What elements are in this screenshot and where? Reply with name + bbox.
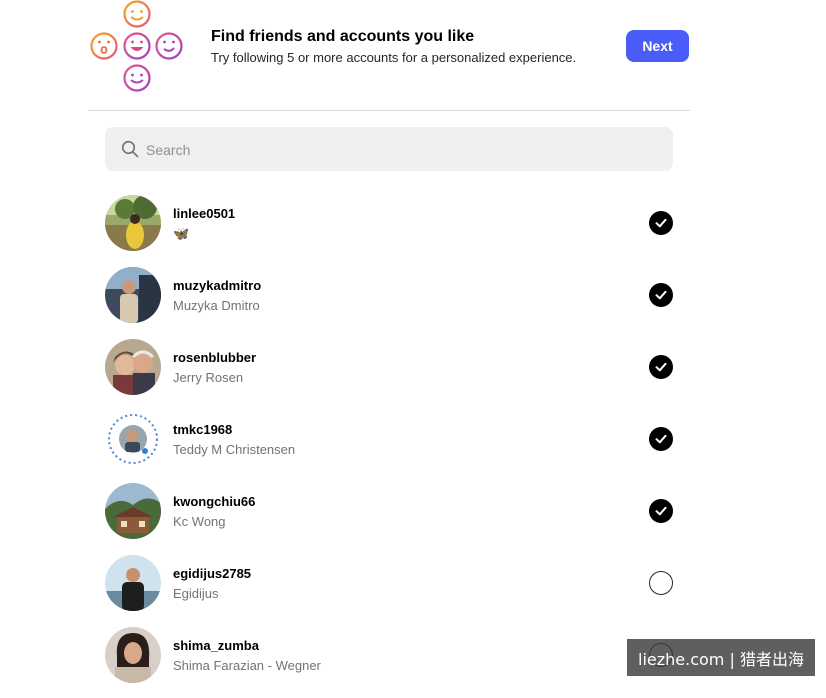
account-username: shima_zumba	[173, 638, 259, 653]
avatar	[105, 411, 161, 467]
avatar	[105, 339, 161, 395]
account-username: kwongchiu66	[173, 494, 256, 509]
account-list: linlee0501 🦋 muzykadmitro Muzyka Dmitro	[105, 194, 675, 698]
account-fullname: Muzyka Dmitro	[173, 298, 260, 313]
account-username: rosenblubber	[173, 350, 257, 365]
account-row[interactable]: muzykadmitro Muzyka Dmitro	[105, 266, 675, 338]
account-row[interactable]: linlee0501 🦋	[105, 194, 675, 266]
selected-check-icon[interactable]	[649, 427, 673, 451]
account-fullname: Jerry Rosen	[173, 370, 244, 385]
selected-check-icon[interactable]	[649, 355, 673, 379]
selected-check-icon[interactable]	[649, 283, 673, 307]
avatar	[105, 195, 161, 251]
account-row[interactable]: kwongchiu66 Kc Wong	[105, 482, 675, 554]
account-row[interactable]: egidijus2785 Egidijus	[105, 554, 675, 626]
account-fullname: Shima Farazian - Wegner	[173, 658, 321, 673]
selected-check-icon[interactable]	[649, 499, 673, 523]
avatar	[105, 627, 161, 683]
page-title: Find friends and accounts you like	[211, 28, 475, 45]
avatar	[105, 267, 161, 323]
account-username: egidijus2785	[173, 566, 252, 581]
selected-check-icon[interactable]	[649, 211, 673, 235]
watermark: liezhe.com | 猎者出海	[627, 639, 815, 676]
search-icon	[121, 140, 139, 158]
account-fullname: Egidijus	[173, 586, 219, 601]
account-row[interactable]: shima_zumba Shima Farazian - Wegner	[105, 626, 675, 698]
smiley-cluster-icon	[90, 0, 186, 94]
account-fullname: 🦋	[173, 226, 190, 241]
account-username: tmkc1968	[173, 422, 233, 437]
avatar	[105, 483, 161, 539]
next-button[interactable]: Next	[626, 30, 689, 62]
unselected-circle-icon[interactable]	[649, 571, 673, 595]
search-input[interactable]	[144, 127, 648, 173]
account-row[interactable]: tmkc1968 Teddy M Christensen	[105, 410, 675, 482]
account-fullname: Kc Wong	[173, 514, 226, 529]
account-row[interactable]: rosenblubber Jerry Rosen	[105, 338, 675, 410]
avatar	[105, 555, 161, 611]
search-bar[interactable]	[105, 127, 673, 173]
header-divider	[88, 110, 690, 111]
account-fullname: Teddy M Christensen	[173, 442, 296, 457]
account-username: muzykadmitro	[173, 278, 262, 293]
page-subtitle: Try following 5 or more accounts for a p…	[211, 50, 577, 65]
account-username: linlee0501	[173, 206, 236, 221]
